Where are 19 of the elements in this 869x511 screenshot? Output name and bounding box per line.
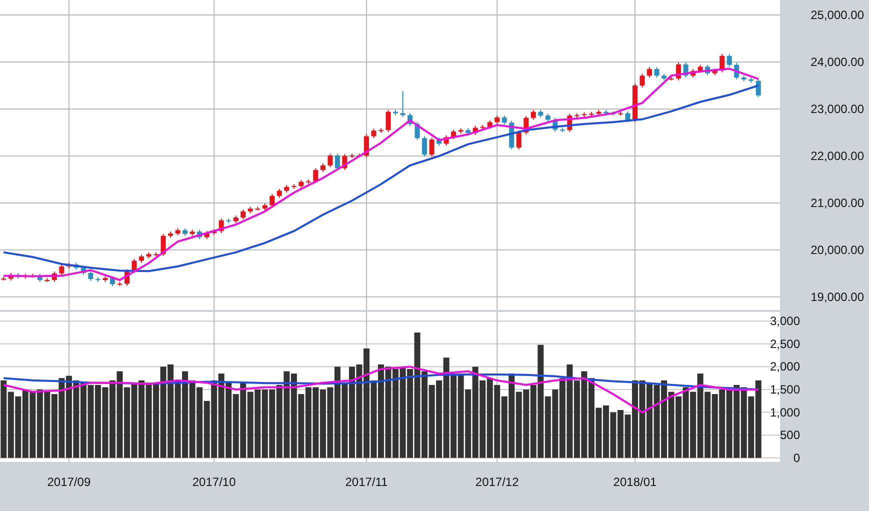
axis-label: 19,000.00 <box>810 290 864 304</box>
axis-label: 21,000.00 <box>810 196 864 210</box>
axis-label: 500 <box>780 428 800 442</box>
axis-label: 2017/09 <box>47 474 91 489</box>
axis-label: 2,000 <box>770 360 800 374</box>
axis-label: 0 <box>793 450 800 465</box>
axis-label: 2017/12 <box>475 474 519 489</box>
axis-label: 2017/11 <box>345 474 388 489</box>
axis-label: 3,000 <box>770 314 800 328</box>
axis-label: 24,000.00 <box>810 55 864 69</box>
axis-label: 22,000.00 <box>810 148 864 163</box>
axis-label: 23,000.00 <box>810 102 864 116</box>
axis-label: 2,500 <box>770 336 800 351</box>
axis-label: 20,000.00 <box>810 242 864 257</box>
axis-label: 2018/01 <box>613 474 657 489</box>
axis-label: 25,000.00 <box>810 8 864 22</box>
axis-label: 1,500 <box>770 382 800 396</box>
axis-label: 1,000 <box>770 405 800 420</box>
axis-label: 2017/10 <box>192 474 236 489</box>
